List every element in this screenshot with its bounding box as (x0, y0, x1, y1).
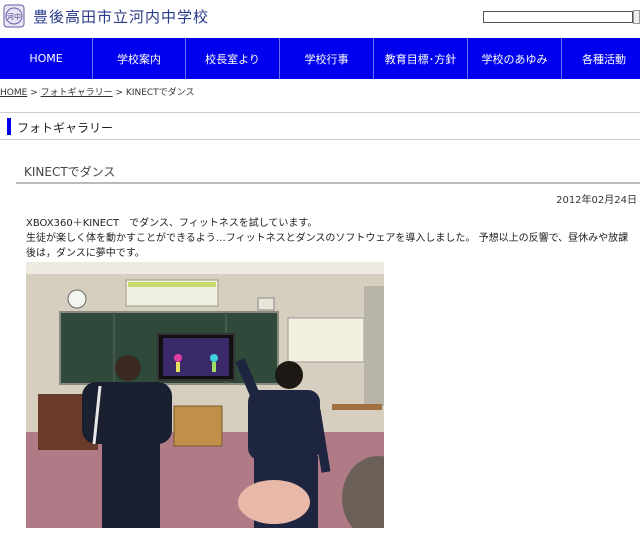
section-title: フォトギャラリー (17, 121, 114, 135)
main-nav: HOME 学校案内 校長室より 学校行事 教育目標･方針 学校のあゆみ 各種活動 (0, 38, 640, 79)
nav-activities[interactable]: 各種活動 (562, 38, 640, 79)
post-text-line: XBOX360＋KINECT でダンス、フィットネスを試しています。 (26, 218, 318, 229)
breadcrumb: HOME > フォトギャラリー > KINECTでダンス (0, 85, 195, 98)
nav-school-guide[interactable]: 学校案内 (93, 38, 186, 79)
school-emblem-icon[interactable]: 河中 (3, 4, 25, 28)
section-accent-bar (7, 118, 11, 135)
post-header: KINECTでダンス (16, 160, 640, 184)
breadcrumb-gallery-link[interactable]: フォトギャラリー (41, 88, 113, 98)
breadcrumb-separator: > (30, 88, 38, 98)
site-title[interactable]: 豊後高田市立河内中学校 (33, 6, 209, 27)
post-body: XBOX360＋KINECT でダンス、フィットネスを試しています。 生徒が楽し… (26, 216, 634, 261)
nav-history[interactable]: 学校のあゆみ (468, 38, 562, 79)
section-header: フォトギャラリー (0, 112, 640, 140)
photo-illustration (26, 262, 384, 528)
logo-text: 河中 (7, 12, 21, 21)
breadcrumb-separator: > (115, 88, 124, 98)
post-date: 2012年02月24日 (556, 195, 637, 206)
breadcrumb-home-link[interactable]: HOME (0, 88, 27, 98)
nav-principal[interactable]: 校長室より (186, 38, 280, 79)
search-box (483, 11, 633, 29)
nav-events[interactable]: 学校行事 (280, 38, 374, 79)
search-input[interactable] (484, 19, 632, 29)
site-header: 河中 豊後高田市立河内中学校 (0, 0, 640, 34)
breadcrumb-current: KINECTでダンス (125, 88, 195, 98)
post-photo[interactable] (26, 262, 384, 528)
nav-home[interactable]: HOME (0, 38, 93, 79)
search-button[interactable] (633, 10, 640, 24)
nav-education-goals[interactable]: 教育目標･方針 (374, 38, 468, 79)
post-title: KINECTでダンス (24, 165, 116, 179)
post-text-paragraph: 生徒が楽しく体を動かすことができるよう…フィットネスとダンスのソフトウェアを導入… (26, 233, 629, 259)
